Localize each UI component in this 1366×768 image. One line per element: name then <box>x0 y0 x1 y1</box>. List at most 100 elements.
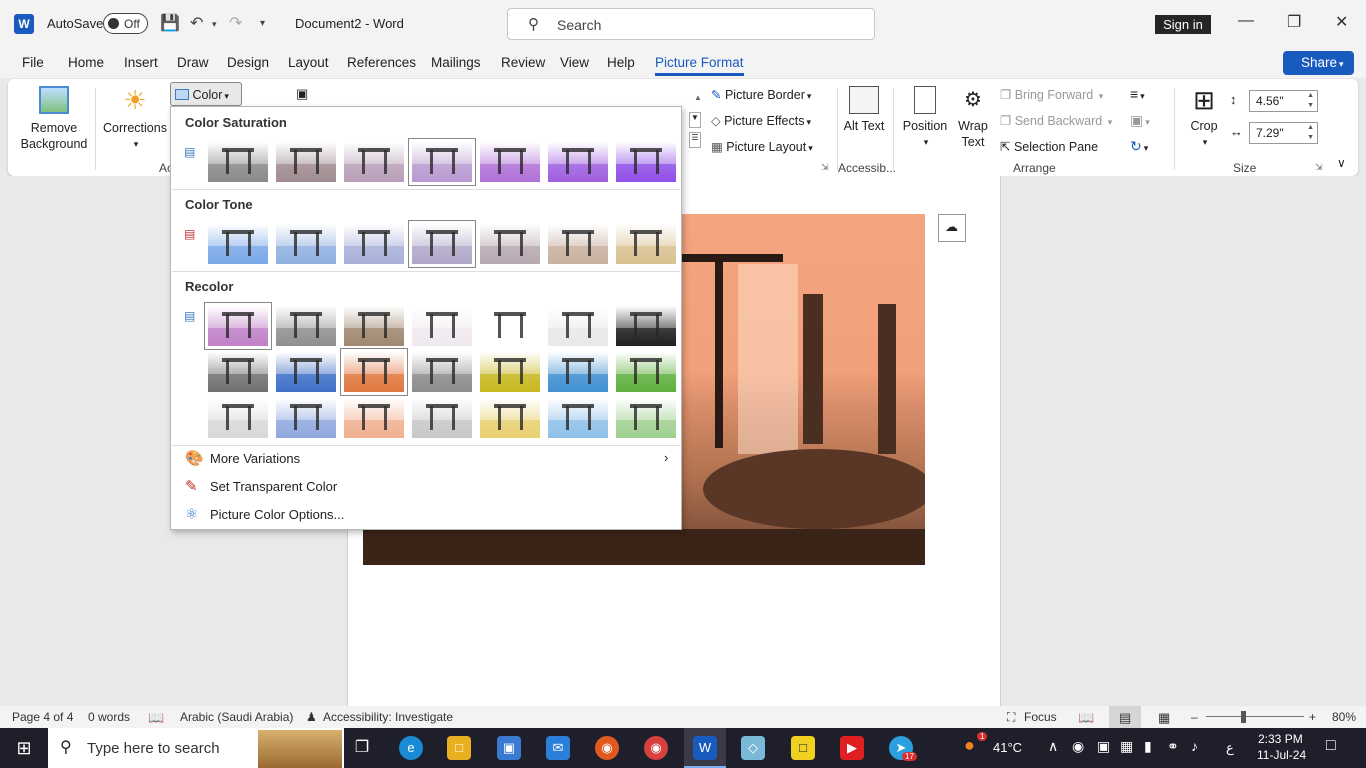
corrections-button[interactable]: ☀ Corrections ▾ <box>102 86 168 152</box>
rotate-icon[interactable]: ↻ ▾ <box>1130 138 1148 155</box>
set-transparent-color-item[interactable]: ✎ Set Transparent Color <box>172 476 680 498</box>
input-language[interactable]: ع <box>1226 740 1234 756</box>
zoom-slider-thumb[interactable] <box>1241 711 1246 723</box>
recolor-option[interactable] <box>344 398 404 438</box>
compress-pictures-icon[interactable]: ▣ <box>296 86 308 102</box>
read-mode-icon[interactable]: 📖 <box>1078 710 1094 726</box>
saturation-option[interactable] <box>208 142 268 182</box>
picture-styles-launcher-icon[interactable]: ⇲ <box>821 162 829 173</box>
recolor-option[interactable] <box>548 398 608 438</box>
recolor-option[interactable] <box>412 306 472 346</box>
edge-icon[interactable]: e <box>399 736 423 760</box>
saturation-option[interactable] <box>480 142 540 182</box>
color-button[interactable]: Color ▾ <box>170 82 242 106</box>
file-explorer-icon[interactable]: □ <box>447 736 471 760</box>
more-variations-item[interactable]: 🎨 More Variations › <box>172 448 680 470</box>
search-box[interactable]: ⚲ Search <box>507 8 875 40</box>
accessibility-status[interactable]: Accessibility: Investigate <box>323 710 453 724</box>
tab-mailings[interactable]: Mailings <box>431 55 481 70</box>
web-layout-icon[interactable]: ▦ <box>1158 710 1170 726</box>
tone-option[interactable] <box>480 224 540 264</box>
picture-layout-button[interactable]: ▦ Picture Layout ▾ <box>711 139 813 154</box>
recolor-option[interactable] <box>548 306 608 346</box>
zoom-slider-track[interactable] <box>1206 716 1304 717</box>
tab-help[interactable]: Help <box>607 55 635 70</box>
collapse-ribbon-icon[interactable]: ∨ <box>1337 156 1346 170</box>
saturation-option[interactable] <box>548 142 608 182</box>
store-icon[interactable]: ▣ <box>497 736 521 760</box>
zoom-in-icon[interactable]: + <box>1309 710 1316 724</box>
height-input[interactable]: 4.56" ▲ ▼ <box>1249 90 1318 112</box>
save-icon[interactable]: 💾 <box>160 13 180 33</box>
tab-insert[interactable]: Insert <box>124 55 158 70</box>
align-icon[interactable]: ≡ ▾ <box>1130 86 1145 102</box>
notifications-icon[interactable]: □ <box>1326 737 1336 755</box>
taskbar-search-box[interactable]: ⚲ Type here to search <box>48 728 344 768</box>
tab-layout[interactable]: Layout <box>288 55 329 70</box>
tray-icon[interactable]: ▣ <box>1097 738 1110 755</box>
print-layout-icon[interactable]: ▤ <box>1119 710 1131 726</box>
tone-option[interactable] <box>344 224 404 264</box>
sticky-notes-icon[interactable]: □ <box>791 736 815 760</box>
zoom-out-icon[interactable]: – <box>1191 710 1198 724</box>
group-icon[interactable]: ▣ ▾ <box>1130 112 1150 129</box>
volume-icon[interactable]: ♪ <box>1191 738 1198 754</box>
tab-review[interactable]: Review <box>501 55 545 70</box>
recolor-option[interactable] <box>480 306 540 346</box>
tone-option[interactable] <box>548 224 608 264</box>
recolor-option[interactable] <box>276 306 336 346</box>
recolor-option[interactable] <box>276 398 336 438</box>
undo-icon[interactable]: ↶ <box>190 13 203 33</box>
minimize-icon[interactable]: — <box>1238 12 1254 30</box>
selection-pane-button[interactable]: ⇱ Selection Pane <box>1000 139 1098 154</box>
tone-option[interactable] <box>208 224 268 264</box>
picture-border-button[interactable]: ✎ Picture Border ▾ <box>711 87 811 102</box>
autosave-toggle[interactable]: Off <box>103 13 148 34</box>
tab-view[interactable]: View <box>560 55 589 70</box>
tray-chevron-up-icon[interactable]: ∧ <box>1048 738 1058 755</box>
weather-icon[interactable]: ● <box>964 735 975 756</box>
recolor-option[interactable] <box>616 352 676 392</box>
bring-forward-button[interactable]: ❐ Bring Forward ▾ <box>1000 87 1103 102</box>
app-icon[interactable]: ◇ <box>741 736 765 760</box>
wrap-text-button[interactable]: ⚙ Wrap Text <box>952 86 994 150</box>
recolor-option[interactable] <box>480 352 540 392</box>
tone-option[interactable] <box>276 224 336 264</box>
clock-date[interactable]: 11-Jul-24 <box>1257 748 1306 762</box>
chrome-icon[interactable]: ◉ <box>644 736 668 760</box>
zoom-level[interactable]: 80% <box>1332 710 1356 724</box>
redo-icon[interactable]: ↷ <box>229 13 242 33</box>
recolor-option[interactable] <box>340 348 408 396</box>
page-count[interactable]: Page 4 of 4 <box>12 710 73 724</box>
recolor-option[interactable] <box>412 352 472 392</box>
task-view-icon[interactable]: ❐ <box>350 736 374 760</box>
customize-qat-icon[interactable]: ▾ <box>260 18 265 29</box>
recolor-option[interactable] <box>480 398 540 438</box>
picture-effects-button[interactable]: ◇ Picture Effects ▾ <box>711 113 811 128</box>
width-input[interactable]: 7.29" ▲ ▼ <box>1249 122 1318 144</box>
tab-file[interactable]: File <box>22 55 44 70</box>
saturation-option[interactable] <box>408 138 476 186</box>
alt-text-button[interactable]: Alt Text <box>842 86 886 134</box>
undo-dropdown-icon[interactable]: ▾ <box>212 19 217 30</box>
send-backward-button[interactable]: ❐ Send Backward ▾ <box>1000 113 1112 128</box>
tab-home[interactable]: Home <box>68 55 104 70</box>
tray-icon[interactable]: ◉ <box>1072 738 1084 755</box>
firefox-icon[interactable]: ◉ <box>595 736 619 760</box>
sign-in-button[interactable]: Sign in <box>1155 15 1211 34</box>
tab-draw[interactable]: Draw <box>177 55 209 70</box>
saturation-option[interactable] <box>344 142 404 182</box>
recolor-option[interactable] <box>276 352 336 392</box>
mail-icon[interactable]: ✉ <box>546 736 570 760</box>
language-label[interactable]: Arabic (Saudi Arabia) <box>180 710 293 724</box>
battery-icon[interactable]: ▮ <box>1144 738 1152 755</box>
recolor-option[interactable] <box>548 352 608 392</box>
styles-scroll-down-icon[interactable]: ▼ <box>689 112 701 128</box>
recolor-option[interactable] <box>616 398 676 438</box>
recolor-option[interactable] <box>616 306 676 346</box>
recolor-option[interactable] <box>208 398 268 438</box>
crop-button[interactable]: ⊞ Crop ▾ <box>1182 86 1226 150</box>
layout-options-button[interactable]: ☁ <box>938 214 966 242</box>
recolor-option[interactable] <box>208 352 268 392</box>
clock-time[interactable]: 2:33 PM <box>1258 732 1303 746</box>
